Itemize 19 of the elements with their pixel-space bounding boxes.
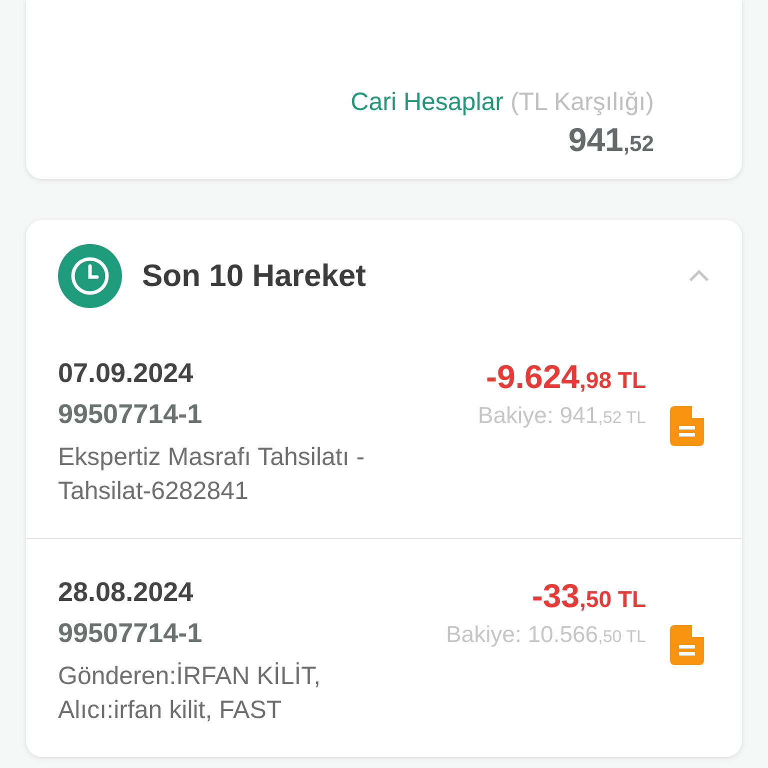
document-icon: [670, 625, 704, 665]
section-title: Son 10 Hareket: [142, 258, 367, 294]
receipt-button[interactable]: [670, 625, 704, 665]
transaction-amount: -33,50 TL: [532, 577, 646, 615]
clock-icon: [58, 244, 122, 308]
balance-text: Bakiye: 941,52 TL: [478, 402, 646, 429]
total-amount: 941,52: [568, 121, 654, 159]
transaction-amount: -9.624,98 TL: [486, 358, 646, 396]
account-label: Cari Hesaplar: [350, 88, 504, 116]
account-number: 99507714-1: [58, 399, 204, 430]
document-icon: [670, 406, 704, 446]
account-number: 99507714-1: [58, 618, 204, 649]
balance-text: Bakiye: 10.566,50 TL: [446, 621, 646, 648]
transaction-description: Ekspertiz Masrafı Tahsilatı -Tahsilat-6282841: [58, 442, 366, 507]
receipt-button[interactable]: [670, 406, 704, 446]
transaction-date: 07.09.2024: [58, 358, 194, 389]
transaction-description: Gönderen:İRFAN KİLİT, Alıcı:irfan kilit, FAST: [58, 661, 322, 726]
currency-note: (TL Karşılığı): [510, 88, 654, 116]
transaction-date: 28.08.2024: [58, 577, 194, 608]
